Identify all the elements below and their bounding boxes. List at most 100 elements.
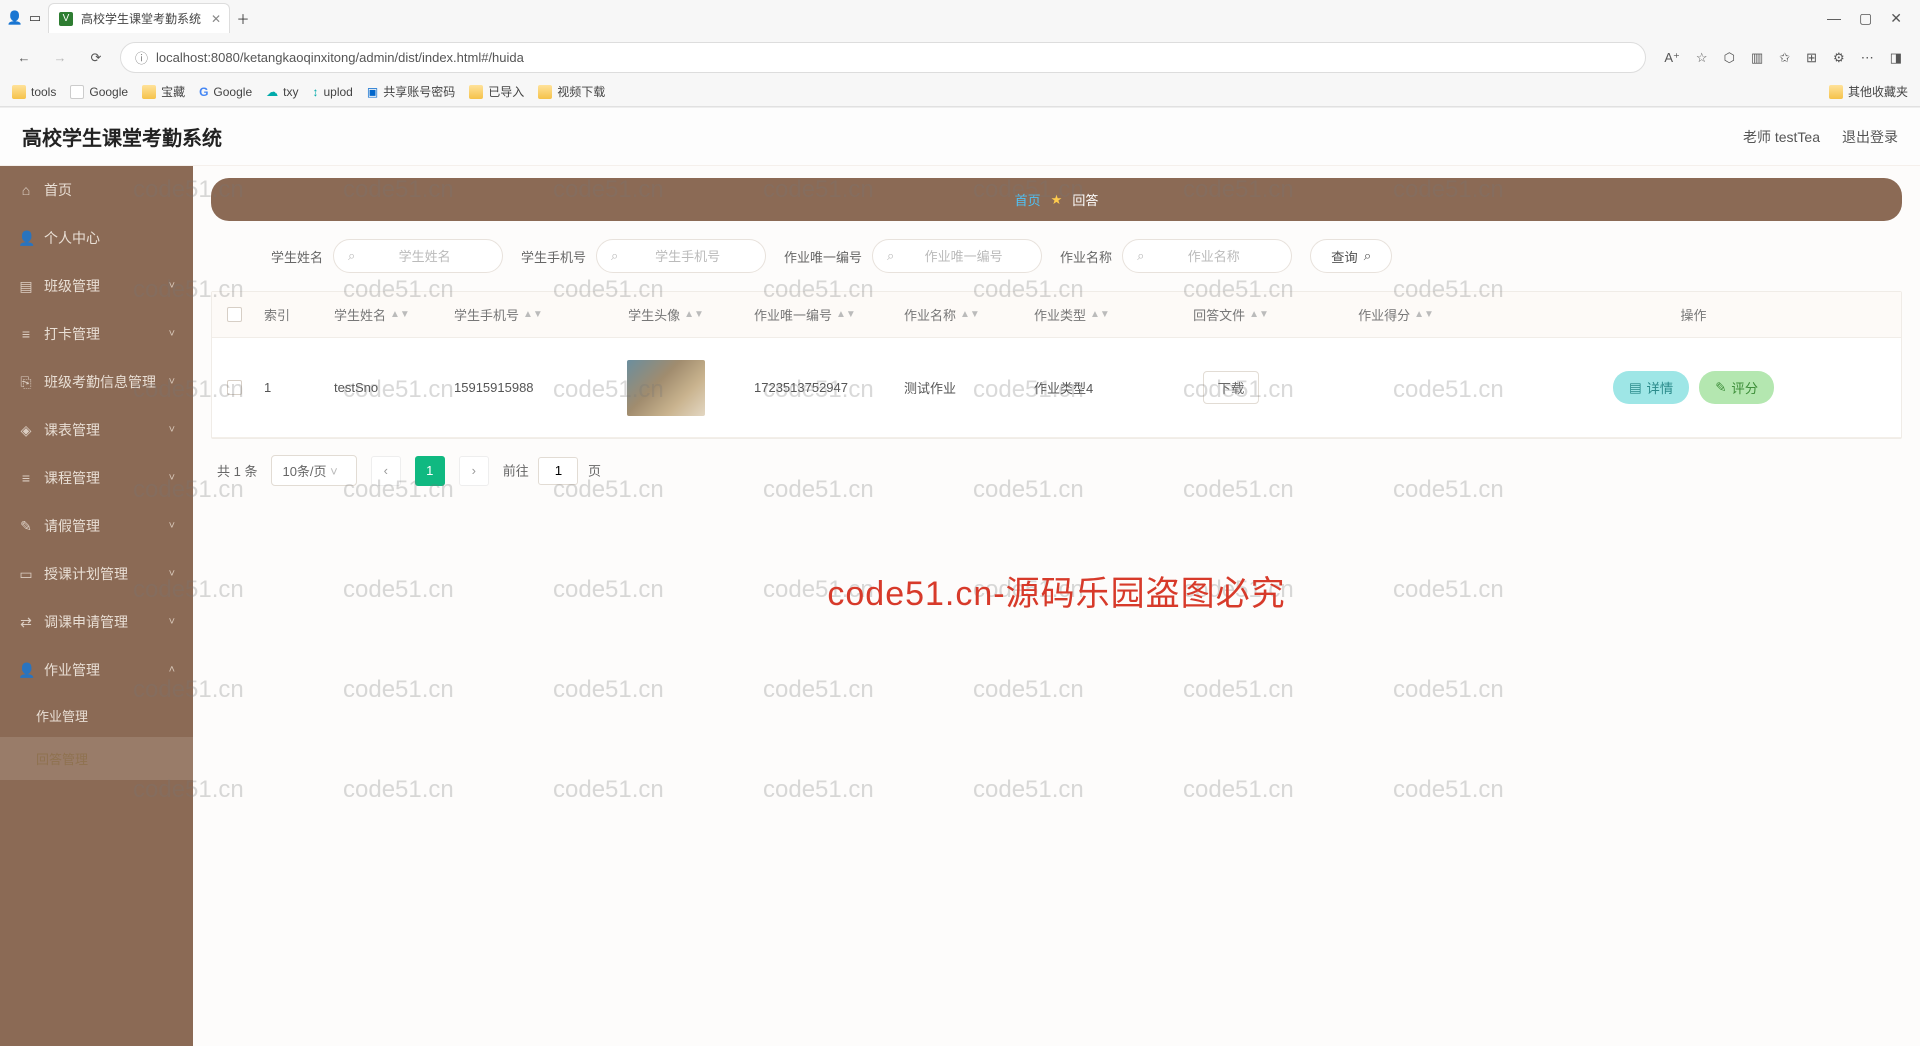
student-phone-input[interactable] (624, 249, 751, 264)
app-user-area: 老师 testTea 退出登录 (1743, 127, 1898, 147)
favorite-icon[interactable]: ☆ (1696, 50, 1708, 66)
read-aloud-icon[interactable]: A⁺ (1664, 50, 1680, 66)
hw-no-input[interactable] (900, 249, 1027, 264)
sidebar-sub-homework[interactable]: 作业管理 (0, 694, 193, 737)
bookmark-tools[interactable]: tools (12, 85, 56, 99)
page-jump: 前往 页 (503, 457, 601, 485)
forward-button[interactable]: → (48, 46, 72, 70)
page-size-select[interactable]: 10条/页 ˅ (271, 455, 356, 486)
filter-label: 作业名称 (1060, 247, 1112, 266)
chevron-down-icon: ˅ (169, 520, 175, 532)
more-icon[interactable]: ⋯ (1861, 50, 1874, 66)
score-button[interactable]: ✎评分 (1699, 371, 1774, 404)
pager-total: 共 1 条 (217, 461, 257, 480)
app-icon[interactable]: ⚙ (1833, 50, 1845, 66)
user-label[interactable]: 老师 testTea (1743, 127, 1820, 147)
watermark-big: code51.cn-源码乐园盗图必究 (827, 566, 1285, 615)
bookmark-google[interactable]: Google (70, 85, 128, 99)
sidebar-toggle-icon[interactable]: ◨ (1890, 50, 1902, 66)
sidebar-item-homework[interactable]: 👤作业管理˄ (0, 646, 193, 694)
sort-icon[interactable]: ▲▼ (836, 312, 856, 318)
diamond-icon: ◈ (18, 422, 34, 439)
sidebar-item-class[interactable]: ▤ 班级管理 ˅ (0, 262, 193, 310)
download-button[interactable]: 下载 (1203, 371, 1260, 404)
sidebar-item-checkin[interactable]: ≡打卡管理˅ (0, 310, 193, 358)
search-button[interactable]: 查询⌕ (1310, 239, 1392, 273)
logout-link[interactable]: 退出登录 (1842, 127, 1898, 147)
bookmark-google2[interactable]: GGoogle (199, 85, 252, 99)
back-button[interactable]: ← (12, 46, 36, 70)
sidebar-label: 首页 (44, 180, 72, 200)
bookmark-share[interactable]: ▣共享账号密码 (367, 83, 455, 100)
url-input[interactable]: ⓘ localhost:8080/ketangkaoqinxitong/admi… (120, 42, 1646, 73)
cell-ops: ▤详情 ✎评分 (1486, 371, 1901, 404)
close-window-icon[interactable]: ✕ (1890, 10, 1902, 27)
browser-tab[interactable]: V 高校学生课堂考勤系统 ✕ (48, 3, 230, 33)
downloads-icon[interactable]: ⊞ (1806, 50, 1817, 66)
hw-name-input[interactable] (1150, 249, 1277, 264)
chevron-down-icon: ˅ (169, 280, 175, 292)
cell-avatar (586, 360, 746, 416)
sidebar-item-plan[interactable]: ▭ 授课计划管理 ˅ (0, 550, 193, 598)
sidebar-item-attendance[interactable]: ⎘班级考勤信息管理˅ (0, 358, 193, 406)
th-file: 回答文件▲▼ (1156, 305, 1306, 324)
cell-hwno: 1723513752947 (746, 380, 896, 395)
sort-icon[interactable]: ▲▼ (1249, 312, 1269, 318)
chevron-down-icon: ˅ (330, 464, 338, 479)
maximize-icon[interactable]: ▢ (1859, 10, 1872, 27)
search-icon: ⌕ (1364, 248, 1371, 264)
next-page-button[interactable]: › (459, 456, 489, 486)
star-icon: ★ (1051, 192, 1063, 208)
detail-button[interactable]: ▤详情 (1613, 371, 1689, 404)
sort-icon[interactable]: ▲▼ (523, 312, 543, 318)
new-tab-button[interactable]: ＋ (236, 11, 250, 25)
bookmark-video[interactable]: 视频下载 (538, 83, 605, 100)
sidebar-item-course[interactable]: ≡课程管理˅ (0, 454, 193, 502)
bookmark-txy[interactable]: ☁txy (266, 85, 298, 99)
th-hwname: 作业名称▲▼ (896, 305, 1026, 324)
sidebar-sub-answer[interactable]: 回答管理 (0, 737, 193, 780)
rect-icon: ▭ (18, 566, 34, 583)
breadcrumb-home[interactable]: 首页 (1015, 190, 1041, 209)
sidebar-item-leave[interactable]: ✎请假管理˅ (0, 502, 193, 550)
collections-icon[interactable]: ▥ (1751, 50, 1763, 66)
page-jump-input[interactable] (538, 457, 578, 485)
page-number-button[interactable]: 1 (415, 456, 445, 486)
sidebar-label: 调课申请管理 (44, 612, 128, 632)
favorites-bar-icon[interactable]: ✩ (1779, 50, 1790, 66)
list-icon: ▤ (18, 278, 34, 295)
prev-page-button[interactable]: ‹ (371, 456, 401, 486)
sidebar-item-schedule[interactable]: ◈课表管理˅ (0, 406, 193, 454)
sidebar-item-adjust[interactable]: ⇄调课申请管理˅ (0, 598, 193, 646)
th-index: 索引 (256, 305, 326, 324)
select-all-checkbox[interactable] (227, 307, 242, 322)
sort-icon[interactable]: ▲▼ (390, 312, 410, 318)
sidebar-sub-label: 回答管理 (36, 752, 88, 767)
extensions-icon[interactable]: ⬡ (1724, 50, 1735, 66)
sidebar-label: 作业管理 (44, 660, 100, 680)
data-table: 索引 学生姓名▲▼ 学生手机号▲▼ 学生头像▲▼ 作业唯一编号▲▼ 作业名称▲▼… (211, 291, 1902, 439)
tabs-icon[interactable]: ▭ (28, 11, 42, 25)
chevron-down-icon: ˅ (169, 376, 175, 388)
sort-icon[interactable]: ▲▼ (684, 312, 704, 318)
tab-close-icon[interactable]: ✕ (211, 12, 221, 26)
sidebar-label: 班级管理 (44, 276, 100, 296)
sidebar-item-home[interactable]: ⌂首页 (0, 166, 193, 214)
breadcrumb-bar: 首页 ★ 回答 (211, 178, 1902, 221)
sort-icon[interactable]: ▲▼ (960, 312, 980, 318)
sort-icon[interactable]: ▲▼ (1090, 312, 1110, 318)
profile-icon[interactable]: 👤 (8, 11, 22, 25)
sort-icon[interactable]: ▲▼ (1414, 312, 1434, 318)
chevron-down-icon: ˅ (169, 568, 175, 580)
minimize-icon[interactable]: — (1827, 10, 1841, 27)
refresh-button[interactable]: ⟳ (84, 46, 108, 70)
bookmark-other[interactable]: 其他收藏夹 (1829, 83, 1908, 100)
student-name-input[interactable] (361, 249, 488, 264)
row-checkbox[interactable] (227, 380, 242, 395)
search-icon: ⌕ (1137, 248, 1144, 264)
bookmark-baozang[interactable]: 宝藏 (142, 83, 185, 100)
sidebar-item-profile[interactable]: 👤个人中心 (0, 214, 193, 262)
bookmark-imported[interactable]: 已导入 (469, 83, 524, 100)
bookmark-uplod[interactable]: ↕uplod (312, 85, 352, 99)
sidebar-label: 授课计划管理 (44, 564, 128, 584)
